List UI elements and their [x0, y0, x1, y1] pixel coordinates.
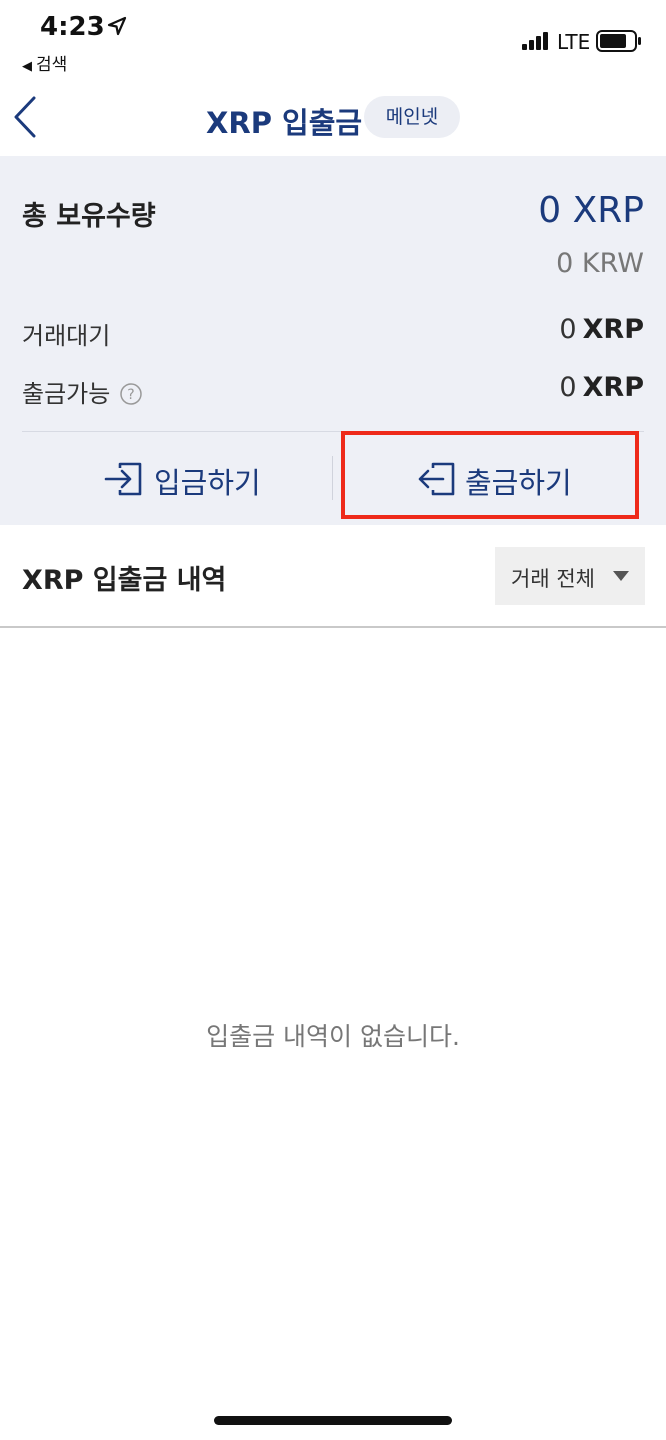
available-amount: 0 XRP [559, 372, 644, 403]
network-type: LTE [557, 30, 591, 54]
network-badge: 메인넷 [364, 96, 460, 138]
pending-amount: 0 XRP [559, 314, 644, 345]
total-holdings-xrp: 0 XRP [538, 190, 644, 231]
page-title: XRP 입출금 [206, 106, 363, 140]
transaction-filter-select[interactable]: 거래 전체 [495, 547, 645, 605]
back-triangle-icon: ◀ [22, 59, 32, 74]
balance-summary: 총 보유수량 0 XRP 0 KRW 거래대기 0 XRP 출금가능 ? 0 XRP… [0, 156, 666, 525]
deposit-button[interactable]: 입금하기 [0, 432, 332, 525]
history-separator [0, 626, 666, 628]
help-icon[interactable]: ? [120, 383, 143, 405]
available-label: 출금가능 [22, 380, 111, 408]
withdraw-icon [418, 462, 455, 496]
signal-icon [522, 32, 548, 50]
available-row: 출금가능 ? [22, 374, 143, 409]
withdraw-button[interactable]: 출금하기 [333, 432, 666, 525]
history-title: XRP 입출금 내역 [22, 565, 227, 596]
battery-icon [596, 30, 641, 52]
empty-history-message: 입출금 내역이 없습니다. [206, 1022, 460, 1051]
back-chevron-icon[interactable] [10, 94, 42, 140]
pending-value: 0 [559, 314, 577, 345]
available-value: 0 [559, 372, 577, 403]
status-bar: 4:23 ◀ 검색 LTE [0, 0, 666, 80]
deposit-label: 입금하기 [154, 466, 261, 500]
status-time: 4:23 [40, 12, 105, 42]
total-holdings-label: 총 보유수량 [22, 201, 156, 232]
location-arrow-icon [107, 16, 127, 36]
available-unit: XRP [582, 372, 644, 403]
pending-unit: XRP [582, 314, 644, 345]
home-indicator[interactable] [214, 1416, 452, 1425]
back-to-app-label: 검색 [36, 55, 68, 75]
pending-label: 거래대기 [22, 322, 111, 350]
svg-text:?: ? [128, 387, 135, 403]
total-holdings-krw: 0 KRW [556, 248, 644, 279]
deposit-icon [104, 462, 142, 496]
nav-header: XRP 입출금 메인넷 [0, 80, 666, 156]
back-to-app[interactable]: ◀ 검색 [22, 50, 67, 75]
filter-selected-label: 거래 전체 [511, 567, 595, 591]
withdraw-label: 출금하기 [465, 466, 572, 500]
caret-down-icon [613, 571, 629, 581]
